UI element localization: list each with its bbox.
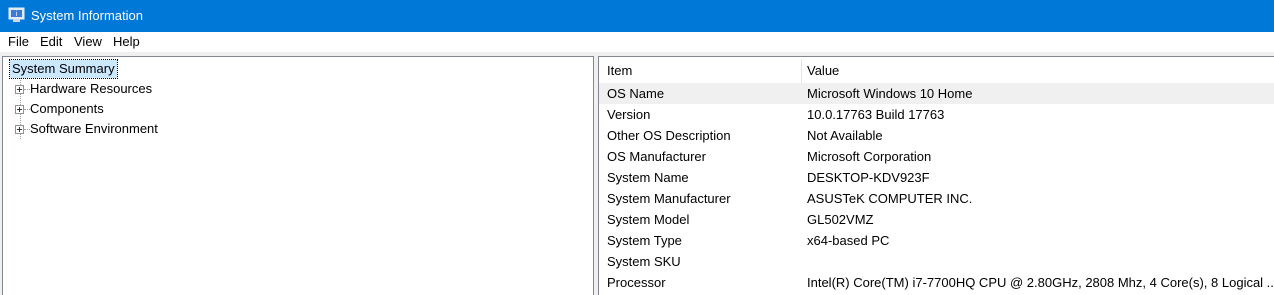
tree-item-components[interactable]: Components — [3, 100, 203, 118]
cell-item: System Manufacturer — [607, 191, 731, 206]
cell-value: Microsoft Corporation — [807, 149, 932, 164]
plus-expander-icon[interactable] — [15, 85, 24, 94]
menu-help[interactable]: Help — [112, 34, 141, 50]
table-row[interactable]: OS Name Microsoft Windows 10 Home — [599, 83, 1274, 104]
cell-value: Microsoft Windows 10 Home — [807, 86, 973, 101]
table-row[interactable]: System Type x64-based PC — [599, 230, 1274, 251]
column-header-value[interactable]: Value — [799, 59, 1267, 83]
cell-value: ASUSTeK COMPUTER INC. — [807, 191, 973, 206]
cell-item: OS Manufacturer — [607, 149, 706, 164]
table-row[interactable]: System Name DESKTOP-KDV923F — [599, 167, 1274, 188]
menu-file[interactable]: File — [7, 34, 30, 50]
table-row[interactable]: Version 10.0.17763 Build 17763 — [599, 104, 1274, 125]
system-information-icon: i — [8, 7, 25, 22]
cell-item: System Model — [607, 212, 690, 227]
details-list[interactable]: Item Value OS Name Microsoft Windows 10 … — [598, 56, 1274, 295]
cell-item: Version — [607, 107, 651, 122]
cell-item: System Name — [607, 170, 689, 185]
menu-view[interactable]: View — [73, 34, 103, 50]
list-header: Item Value — [599, 59, 1274, 84]
tree-item-hardware-resources[interactable]: Hardware Resources — [3, 80, 203, 98]
cell-item: OS Name — [607, 86, 665, 101]
cell-item: System Type — [607, 233, 682, 248]
plus-expander-icon[interactable] — [15, 105, 24, 114]
plus-expander-icon[interactable] — [15, 125, 24, 134]
menu-bar: File Edit View Help — [0, 32, 1274, 52]
cell-value: Intel(R) Core(TM) i7-7700HQ CPU @ 2.80GH… — [807, 275, 1274, 290]
cell-value: 10.0.17763 Build 17763 — [807, 107, 945, 122]
table-row[interactable]: System Model GL502VMZ — [599, 209, 1274, 230]
category-tree[interactable]: System Summary Hardware Resources Compon… — [2, 56, 594, 295]
table-row[interactable]: Other OS Description Not Available — [599, 125, 1274, 146]
cell-value: x64-based PC — [807, 233, 890, 248]
table-row[interactable]: Processor Intel(R) Core(TM) i7-7700HQ CP… — [599, 272, 1274, 293]
tree-item-label: Components — [30, 101, 104, 116]
table-row[interactable]: System SKU — [599, 251, 1274, 272]
tree-item-software-environment[interactable]: Software Environment — [3, 120, 223, 138]
cell-item: System SKU — [607, 254, 681, 269]
title-bar[interactable]: i System Information — [0, 0, 1274, 32]
menu-edit[interactable]: Edit — [39, 34, 63, 50]
cell-item: Other OS Description — [607, 128, 731, 143]
tree-item-label: Software Environment — [30, 121, 158, 136]
cell-item: Processor — [607, 275, 666, 290]
tree-item-label: Hardware Resources — [30, 81, 153, 96]
cell-value: Not Available — [807, 128, 883, 143]
table-row[interactable]: OS Manufacturer Microsoft Corporation — [599, 146, 1274, 167]
table-row[interactable]: System Manufacturer ASUSTeK COMPUTER INC… — [599, 188, 1274, 209]
column-header-item[interactable]: Item — [599, 59, 801, 83]
tree-item-system-summary[interactable]: System Summary — [9, 59, 118, 79]
cell-value: DESKTOP-KDV923F — [807, 170, 930, 185]
window-title: System Information — [31, 8, 143, 23]
cell-value: GL502VMZ — [807, 212, 874, 227]
